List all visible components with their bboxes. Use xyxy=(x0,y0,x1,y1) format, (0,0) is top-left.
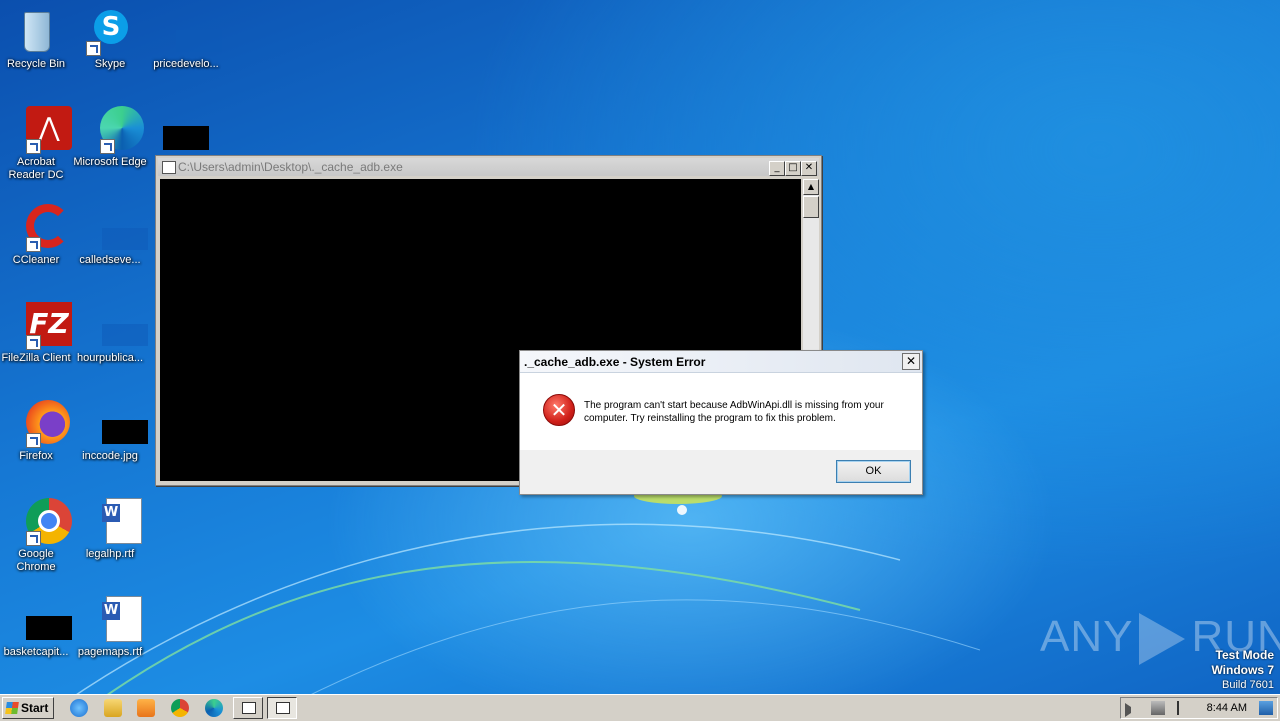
chrome-taskbar-icon[interactable] xyxy=(171,699,189,717)
console-title: C:\Users\admin\Desktop\._cache_adb.exe xyxy=(178,160,403,174)
desktop-icon-label: hourpublica... xyxy=(76,352,144,364)
desktop-icon-calledseve[interactable]: calledseve... xyxy=(72,204,148,267)
desktop-icon-chrome[interactable]: Google Chrome xyxy=(0,498,74,574)
dialog-close-button[interactable]: ✕ xyxy=(902,353,920,370)
desktop-icon-acrobat[interactable]: ⋀ Acrobat Reader DC xyxy=(0,106,74,182)
word-doc-icon: W xyxy=(86,596,142,644)
dialog-body: ✕ The program can't start because AdbWin… xyxy=(520,373,922,450)
shortcut-arrow-icon xyxy=(86,41,101,56)
desktop-icon-label: basketcapit... xyxy=(3,646,69,658)
start-label: Start xyxy=(21,701,49,715)
ccleaner-icon xyxy=(12,204,70,252)
shortcut-arrow-icon xyxy=(26,237,41,252)
edge-icon xyxy=(86,106,144,154)
test-mode-line: Test Mode xyxy=(1215,648,1274,662)
desktop-icon-label: Acrobat Reader DC xyxy=(8,156,64,181)
shortcut-arrow-icon xyxy=(26,335,41,350)
file-icon xyxy=(86,302,148,350)
desktop-icon-label: Firefox xyxy=(19,450,53,462)
scroll-thumb[interactable] xyxy=(803,196,819,218)
taskbar-console-button[interactable] xyxy=(233,697,263,719)
shortcut-arrow-icon xyxy=(26,139,41,154)
filezilla-icon: FZ xyxy=(12,302,72,350)
desktop-icon-inccode[interactable]: inccode.jpg xyxy=(72,400,148,463)
shortcut-arrow-icon xyxy=(100,139,115,154)
taskbar: Start 8:44 AM xyxy=(0,694,1280,721)
desktop-icon-label: CCleaner xyxy=(12,254,60,266)
desktop-icon-filezilla[interactable]: FZ FileZilla Client xyxy=(0,302,74,365)
network-icon[interactable] xyxy=(1151,701,1165,715)
taskbar-error-button[interactable] xyxy=(267,697,297,719)
desktop-icon-label: legalhp.rtf xyxy=(85,548,135,560)
skype-icon: S xyxy=(86,8,134,56)
desktop-icon-pagemaps[interactable]: W pagemaps.rtf xyxy=(72,596,148,659)
volume-icon[interactable] xyxy=(1125,703,1131,717)
desktop-icon-label: Recycle Bin xyxy=(6,58,66,70)
play-logo-icon xyxy=(1139,613,1186,666)
file-icon xyxy=(12,596,72,644)
desktop-icon-basketcapit[interactable]: basketcapit... xyxy=(0,596,74,659)
desktop-icon-firefox[interactable]: Firefox xyxy=(0,400,74,463)
error-icon: ✕ xyxy=(543,394,575,426)
close-button[interactable]: ✕ xyxy=(801,161,817,176)
desktop-icon-label: inccode.jpg xyxy=(82,450,138,462)
console-titlebar[interactable]: C:\Users\admin\Desktop\._cache_adb.exe _… xyxy=(158,158,819,176)
test-mode-text: Test Mode Windows 7 Build 7601 xyxy=(1211,648,1274,692)
firefox-icon xyxy=(12,400,70,448)
console-app-icon[interactable] xyxy=(162,161,176,174)
error-message: The program can't start because AdbWinAp… xyxy=(584,400,884,424)
edge-taskbar-icon[interactable] xyxy=(205,699,223,717)
system-tray: 8:44 AM xyxy=(1120,697,1278,719)
desktop-icon-legalhp[interactable]: W legalhp.rtf xyxy=(72,498,148,561)
shortcut-arrow-icon xyxy=(26,531,41,546)
desktop-icon-label: calledseve... xyxy=(79,254,141,266)
taskbar-clock[interactable]: 8:44 AM xyxy=(1207,702,1247,714)
media-player-icon[interactable] xyxy=(137,699,155,717)
build-line: Build 7601 xyxy=(1222,679,1274,691)
window-mini-icon xyxy=(276,702,290,714)
explorer-folder-icon[interactable] xyxy=(104,699,122,717)
desktop-icon-label: Google Chrome xyxy=(16,548,56,573)
desktop-icon-label: pricedevelo... xyxy=(153,58,219,70)
recycle-bin-icon xyxy=(12,8,60,56)
desktop-icon-skype[interactable]: S Skype xyxy=(72,8,148,71)
dialog-titlebar[interactable]: ._cache_adb.exe - System Error ✕ xyxy=(520,351,922,373)
console-mini-icon xyxy=(242,702,256,714)
desktop-icon-label: pagemaps.rtf xyxy=(77,646,143,658)
redacted-thumbnail[interactable] xyxy=(163,126,209,150)
start-button[interactable]: Start xyxy=(2,697,54,719)
desktop-icon-hourpublica[interactable]: hourpublica... xyxy=(72,302,148,365)
maximize-button[interactable]: □ xyxy=(785,161,801,176)
internet-explorer-icon[interactable] xyxy=(70,699,88,717)
acrobat-icon: ⋀ xyxy=(12,106,72,154)
windows-logo-icon xyxy=(5,702,19,714)
word-doc-icon: W xyxy=(86,498,142,546)
minimize-button[interactable]: _ xyxy=(769,161,785,176)
ok-button[interactable]: OK xyxy=(836,460,911,483)
desktop-icon-recycle-bin[interactable]: Recycle Bin xyxy=(0,8,74,71)
desktop-icon-label: Microsoft Edge xyxy=(73,156,147,168)
file-icon xyxy=(162,8,222,56)
desktop-icon-pricedevelo[interactable]: pricedevelo... xyxy=(148,8,224,71)
scroll-up-icon[interactable]: ▲ xyxy=(803,179,819,195)
dialog-title: ._cache_adb.exe - System Error xyxy=(524,355,706,369)
desktop-icon-ccleaner[interactable]: CCleaner xyxy=(0,204,74,267)
desktop-icon-edge[interactable]: Microsoft Edge xyxy=(72,106,148,169)
shortcut-arrow-icon xyxy=(26,433,41,448)
image-file-icon xyxy=(86,400,148,448)
system-error-dialog[interactable]: ._cache_adb.exe - System Error ✕ ✕ The p… xyxy=(519,350,923,495)
file-icon xyxy=(86,204,148,252)
watermark-left: ANY xyxy=(1040,612,1134,661)
desktop-icon-label: Skype xyxy=(94,58,126,70)
show-desktop-icon[interactable] xyxy=(1259,701,1273,715)
chrome-icon xyxy=(12,498,72,546)
desktop-icon-label: FileZilla Client xyxy=(1,352,71,364)
os-name-line: Windows 7 xyxy=(1211,663,1274,677)
action-center-flag-icon[interactable] xyxy=(1177,701,1193,715)
